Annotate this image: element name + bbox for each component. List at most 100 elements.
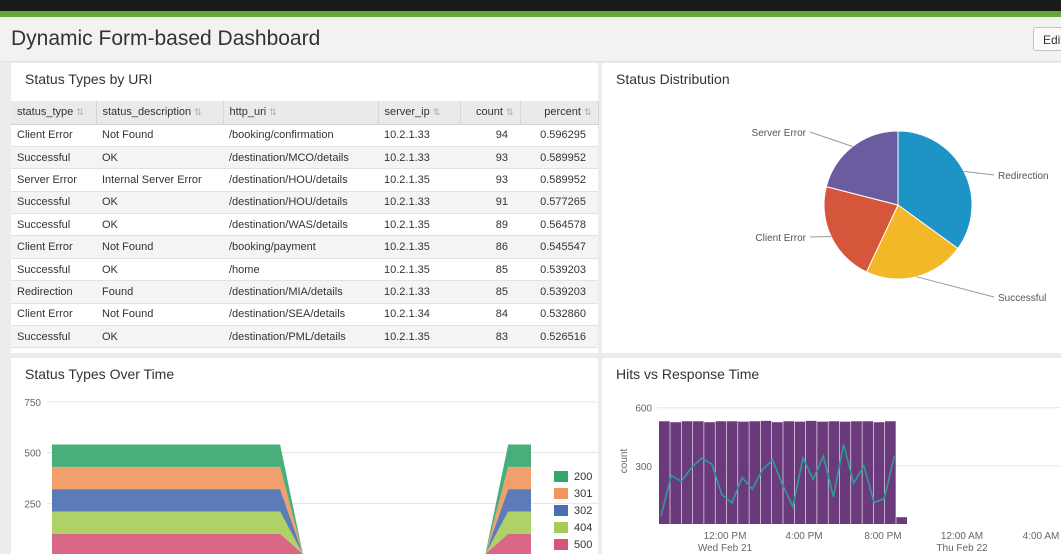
pie-chart: Redirection Successful Client Error Server … <box>752 128 1049 304</box>
x-tick-sublabel: Wed Feb 21 <box>698 543 753 554</box>
legend-item[interactable]: 301 <box>554 485 592 502</box>
hits-bar[interactable] <box>692 421 704 524</box>
hits-bar[interactable] <box>704 422 715 524</box>
pie-label: Client Error <box>755 233 806 244</box>
status-over-time-panel: Status Types Over Time 250 500 750 200 301 3… <box>11 358 598 554</box>
table-row[interactable]: Successful OK/destination/MCO/details 10.2… <box>11 146 598 170</box>
table-cell-count: 94 <box>460 124 520 147</box>
combo-chart: 300 600 count 12:00 PMWed Feb 21 4:00 PM 8:00… <box>619 404 1061 554</box>
sort-icon[interactable]: ⇅ <box>194 107 202 117</box>
hits-bar[interactable] <box>738 421 749 524</box>
legend-item[interactable]: 302 <box>554 502 592 519</box>
hits-bar[interactable] <box>749 421 761 524</box>
legend-swatch <box>554 522 568 533</box>
hits-bar[interactable] <box>839 421 851 524</box>
hits-bar[interactable] <box>659 421 670 524</box>
table-row[interactable]: Successful OK/home 10.2.1.35 85 0.539203 <box>11 258 598 282</box>
table-row[interactable]: Client Error Not Found/booking/confirmati… <box>11 124 598 147</box>
table-cell-percent: 0.545547 <box>520 235 598 259</box>
table-row[interactable]: Successful OK/destination/PML/details 10.2… <box>11 325 598 349</box>
column-header-label: count <box>476 106 503 119</box>
table-cell-server-ip: 10.2.1.33 <box>378 191 460 215</box>
legend-label: 301 <box>574 487 593 500</box>
table-cell-status-type: Successful <box>11 213 96 237</box>
table-cell-status-type: Successful <box>11 191 96 215</box>
table-cell-percent: 0.577265 <box>520 191 598 215</box>
pie-label: Redirection <box>998 171 1049 182</box>
dashboard-header: Dynamic Form-based Dashboard Edit <box>0 17 1061 62</box>
y-tick-label: 300 <box>635 462 652 473</box>
table-row[interactable]: Client Error Not Found/booking/payment 10.… <box>11 235 598 259</box>
column-header-percent[interactable]: percent ⇅ <box>520 101 599 125</box>
legend-swatch <box>554 505 568 516</box>
hits-bar[interactable] <box>817 421 828 524</box>
table-cell-server-ip: 10.2.1.33 <box>378 280 460 304</box>
pie-leader-line <box>916 276 995 298</box>
table-cell-server-ip: 10.2.1.33 <box>378 124 460 147</box>
table-cell-status-type: Redirection <box>11 280 96 304</box>
edit-button[interactable]: Edit <box>1033 27 1061 51</box>
hits-bar[interactable] <box>726 421 738 524</box>
column-header-label: server_ip <box>384 106 430 119</box>
table-cell-percent: 0.539203 <box>520 280 598 304</box>
table-header-row: status_type ⇅ status_description ⇅ http_uri ⇅… <box>11 101 599 125</box>
table-cell-server-ip: 10.2.1.33 <box>378 146 460 170</box>
x-tick-sublabel: Thu Feb 22 <box>936 543 988 554</box>
x-tick-label: 12:00 PM <box>704 531 747 542</box>
column-header-status-type[interactable]: status_type ⇅ <box>11 101 97 125</box>
hits-bar[interactable] <box>896 517 907 524</box>
x-tick-label: 4:00 PM <box>785 531 822 542</box>
table-row[interactable]: Redirection Found/destination/MIA/details… <box>11 280 598 304</box>
column-header-server-ip[interactable]: server_ip ⇅ <box>378 101 461 125</box>
hits-bar[interactable] <box>805 420 817 524</box>
table-cell-server-ip: 10.2.1.35 <box>378 168 460 192</box>
sort-icon[interactable]: ⇅ <box>433 107 441 117</box>
table-cell-status-description: OK <box>96 191 223 215</box>
table-cell-status-type: Successful <box>11 325 96 349</box>
hits-bar[interactable] <box>670 422 681 524</box>
sort-icon[interactable]: ⇅ <box>506 107 514 117</box>
pie-leader-line <box>963 170 995 176</box>
table-cell-http-uri: /destination/HOU/details <box>223 168 378 192</box>
hits-bar[interactable] <box>783 421 794 524</box>
table-row[interactable]: Successful OK/destination/HOU/details 10.2… <box>11 191 598 215</box>
table-cell-count: 83 <box>460 325 520 349</box>
table-cell-status-type: Client Error <box>11 235 96 259</box>
x-tick-label: 12:00 AM <box>941 531 983 542</box>
sort-icon[interactable]: ⇅ <box>269 107 277 117</box>
table-cell-status-type: Client Error <box>11 124 96 147</box>
legend-label: 302 <box>574 504 593 517</box>
table-cell-status-type: Successful <box>11 258 96 282</box>
table-cell-count: 85 <box>460 258 520 282</box>
sort-icon[interactable]: ⇅ <box>76 107 84 117</box>
legend-item[interactable]: 500 <box>554 536 592 553</box>
legend-item[interactable]: 404 <box>554 519 592 536</box>
x-tick-label: 4:00 AM <box>1023 531 1060 542</box>
table-cell-count: 89 <box>460 213 520 237</box>
column-header-status-description[interactable]: status_description ⇅ <box>96 101 224 125</box>
column-header-count[interactable]: count ⇅ <box>460 101 521 125</box>
table-cell-status-description: Internal Server Error <box>96 168 223 192</box>
hits-bar[interactable] <box>760 420 772 524</box>
hits-bar[interactable] <box>862 421 874 524</box>
legend-item[interactable]: 200 <box>554 468 592 485</box>
table-row[interactable]: Client Error Not Found/destination/SEA/de… <box>11 303 598 327</box>
pie-label: Successful <box>998 293 1046 304</box>
table-cell-server-ip: 10.2.1.34 <box>378 303 460 327</box>
legend-label: 404 <box>574 521 593 534</box>
table-row[interactable]: Successful OK/destination/WAS/details 10.2… <box>11 213 598 237</box>
table-cell-status-type: Server Error <box>11 168 96 192</box>
hits-bar[interactable] <box>715 421 727 524</box>
table-cell-status-description: Not Found <box>96 235 223 259</box>
hits-vs-response-panel: Hits vs Response Time 300 600 count 12:00 P… <box>602 358 1061 554</box>
table-cell-percent: 0.589952 <box>520 168 598 192</box>
table-row[interactable]: Server Error Internal Server Error/destin… <box>11 168 598 192</box>
sort-icon[interactable]: ⇅ <box>584 107 592 117</box>
hits-bar[interactable] <box>873 422 885 524</box>
table-cell-percent: 0.532860 <box>520 303 598 327</box>
y-tick-label: 250 <box>24 499 41 510</box>
chart-legend: 200 301 302 404 500 <box>554 468 592 553</box>
table-cell-status-description: OK <box>96 146 223 170</box>
table-cell-percent: 0.589952 <box>520 146 598 170</box>
column-header-http-uri[interactable]: http_uri ⇅ <box>223 101 379 125</box>
